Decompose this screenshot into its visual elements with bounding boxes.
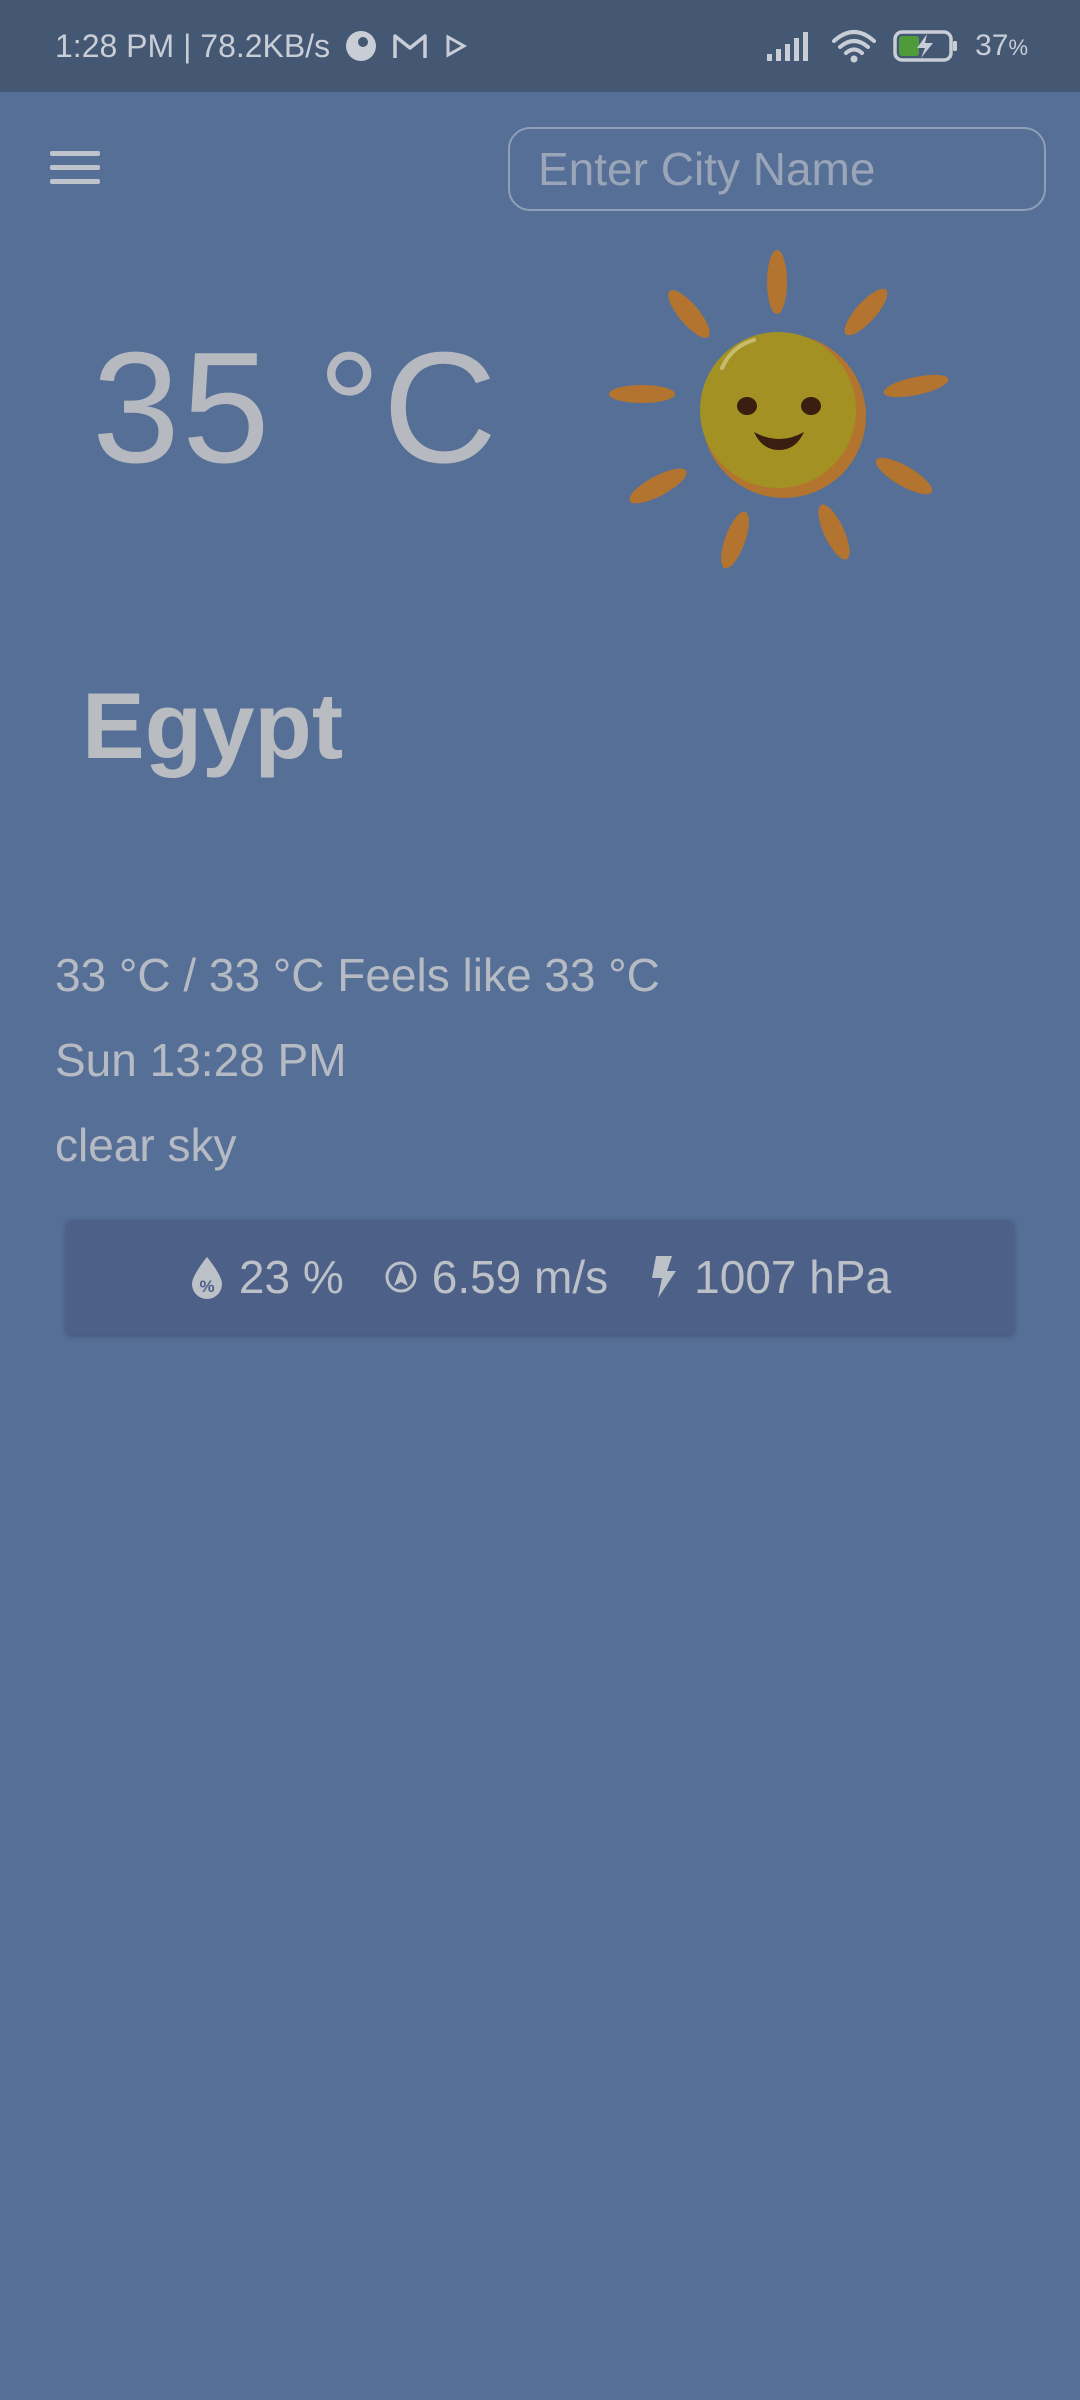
menu-bar-top bbox=[50, 151, 100, 156]
status-left: 1:28 PM | 78.2KB/s bbox=[55, 0, 468, 92]
humidity-stat: % 23 % bbox=[189, 1250, 344, 1304]
pressure-bolt-icon bbox=[648, 1254, 680, 1300]
pressure-stat: 1007 hPa bbox=[648, 1250, 891, 1304]
menu-button[interactable] bbox=[48, 145, 104, 193]
svg-text:%: % bbox=[199, 1277, 214, 1296]
menu-bar-middle bbox=[50, 165, 100, 170]
status-bar: 1:28 PM | 78.2KB/s 37% bbox=[0, 0, 1080, 92]
pressure-value: 1007 hPa bbox=[694, 1251, 892, 1303]
humidity-value: 23 % bbox=[238, 1251, 344, 1303]
weather-screen: 1:28 PM | 78.2KB/s 37% Enter City Name 3… bbox=[0, 0, 1080, 2400]
city-search-input[interactable] bbox=[508, 127, 1046, 211]
settings-app-icon bbox=[344, 29, 378, 63]
play-icon bbox=[442, 33, 468, 59]
wifi-icon bbox=[831, 29, 877, 63]
menu-bar-bottom bbox=[50, 179, 100, 184]
wind-value: 6.59 m/s bbox=[431, 1251, 609, 1303]
current-temperature: 35 °C bbox=[92, 320, 499, 496]
battery-level: 37% bbox=[975, 29, 1028, 62]
min-max-feels-like: 33 °C / 33 °C Feels like 33 °C bbox=[55, 949, 660, 1001]
humidity-drop-icon: % bbox=[189, 1255, 225, 1299]
weather-stats-card: % 23 % 6.59 m/s 1007 hPa bbox=[66, 1220, 1014, 1334]
battery-charging-icon bbox=[893, 29, 959, 63]
sun-smiling-icon bbox=[604, 246, 954, 576]
signal-icon bbox=[765, 30, 815, 62]
status-time-speed: 1:28 PM | 78.2KB/s bbox=[55, 27, 331, 64]
gmail-icon bbox=[392, 31, 428, 61]
wind-stat: 6.59 m/s bbox=[384, 1250, 608, 1304]
city-name: Egypt bbox=[82, 673, 344, 778]
wind-compass-icon bbox=[384, 1260, 418, 1294]
weather-description: clear sky bbox=[55, 1119, 237, 1171]
date-time: Sun 13:28 PM bbox=[55, 1034, 347, 1086]
status-right: 37% bbox=[765, 0, 1028, 92]
